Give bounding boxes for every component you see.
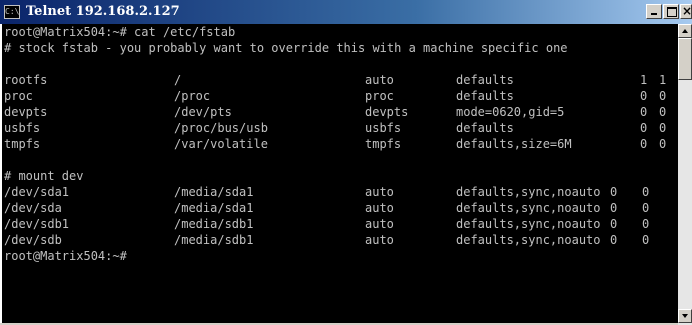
fstab-cell: 0 [659,105,667,119]
fstab-comment: # stock fstab - you probably want to ove… [4,41,568,55]
fstab-cell: /var/volatile [174,137,268,151]
mount-cell: auto [365,217,394,231]
close-icon: × [682,4,692,18]
fstab-row: usbfs/proc/bus/usb usbfs defaults 0 0 [4,120,676,136]
fstab-cell: defaults [456,121,514,135]
arrow-down-icon [682,314,688,318]
fstab-cell: /dev/pts [174,105,232,119]
mount-row: /dev/sda/media/sda1 auto defaults,sync,noa… [4,200,676,216]
maximize-button[interactable] [663,4,679,19]
scroll-thumb[interactable] [678,38,692,80]
fstab-cell: defaults,size=6M [456,137,572,151]
terminal-output[interactable]: root@Matrix504:~# cat /etc/fstab # stock… [2,24,678,323]
scroll-up-button[interactable] [678,24,692,38]
fstab-cell: tmpfs [4,137,41,151]
minimize-button[interactable] [646,4,662,19]
fstab-row: rootfs / auto defaults 1 1 [4,72,676,88]
fstab-cell: 1 [640,73,648,87]
mount-cell: defaults,sync,noauto [456,217,601,231]
fstab-cell: 0 [640,89,648,103]
mount-row: /dev/sdb/media/sdb1 auto defaults,sync,noa… [4,232,676,248]
fstab-cell: 1 [659,73,667,87]
title-bar[interactable]: C:\ Telnet 192.168.2.127 × [0,0,692,24]
mount-cell: 0 [642,201,650,215]
mount-cell: defaults,sync,noauto [456,201,601,215]
fstab-cell: 0 [640,121,648,135]
mount-cell: defaults,sync,noauto [456,233,601,247]
mount-cell: auto [365,233,394,247]
fstab-cell: defaults [456,73,514,87]
mount-cell: /media/sda1 [174,185,254,199]
mount-row: /dev/sda1/media/sda1 auto defaults,sync,no… [4,184,676,200]
scroll-down-button[interactable] [678,309,692,323]
close-button[interactable]: × [680,4,692,19]
mount-cell: /media/sdb1 [174,217,254,231]
mount-cell: auto [365,201,394,215]
mount-cell: 0 [610,201,618,215]
fstab-cell: usbfs [365,121,402,135]
mount-comment: # mount dev [4,169,84,183]
fstab-cell: defaults [456,89,514,103]
mount-cell: defaults,sync,noauto [456,185,601,199]
command-line: root@Matrix504:~# cat /etc/fstab [4,25,236,39]
fstab-cell: 0 [640,105,648,119]
mount-cell: 0 [610,233,618,247]
maximize-icon [667,7,677,17]
fstab-cell: / [174,73,182,87]
window-title: Telnet 192.168.2.127 [26,4,180,19]
fstab-row: devpts/dev/pts devpts mode=0620,gid=5 0 0 [4,104,676,120]
fstab-cell: rootfs [4,73,48,87]
vertical-scrollbar[interactable] [678,24,692,325]
fstab-cell: /proc/bus/usb [174,121,268,135]
fstab-cell: 0 [659,89,667,103]
fstab-cell: usbfs [4,121,41,135]
fstab-cell: 0 [659,121,667,135]
fstab-cell: devpts [365,105,409,119]
fstab-cell: proc [365,89,394,103]
arrow-up-icon [682,29,688,33]
mount-cell: 0 [642,185,650,199]
fstab-cell: auto [365,73,394,87]
mount-cell: 0 [642,233,650,247]
console-icon[interactable]: C:\ [4,5,20,19]
mount-cell: auto [365,185,394,199]
mount-cell: /media/sda1 [174,201,254,215]
minimize-icon [651,13,657,15]
mount-cell: 0 [610,185,618,199]
fstab-cell: devpts [4,105,48,119]
mount-cell: 0 [642,217,650,231]
fstab-cell: 0 [659,137,667,151]
fstab-cell: /proc [174,89,211,103]
fstab-row: proc/proc proc defaults 0 0 [4,88,676,104]
fstab-cell: 0 [640,137,648,151]
mount-row: /dev/sdb1/media/sdb1 auto defaults,sync,no… [4,216,676,232]
mount-cell: /dev/sdb1 [4,217,70,231]
mount-cell: /dev/sdb [4,233,62,247]
mount-cell: 0 [610,217,618,231]
final-prompt: root@Matrix504:~# [4,249,127,263]
fstab-row: tmpfs/var/volatile tmpfs defaults,size=6M 0… [4,136,676,152]
telnet-window: C:\ Telnet 192.168.2.127 × root@Matrix50… [0,0,692,325]
mount-cell: /dev/sda1 [4,185,70,199]
fstab-cell: mode=0620,gid=5 [456,105,565,119]
fstab-cell: proc [4,89,33,103]
mount-cell: /media/sdb1 [174,233,254,247]
mount-cell: /dev/sda [4,201,62,215]
fstab-cell: tmpfs [365,137,402,151]
